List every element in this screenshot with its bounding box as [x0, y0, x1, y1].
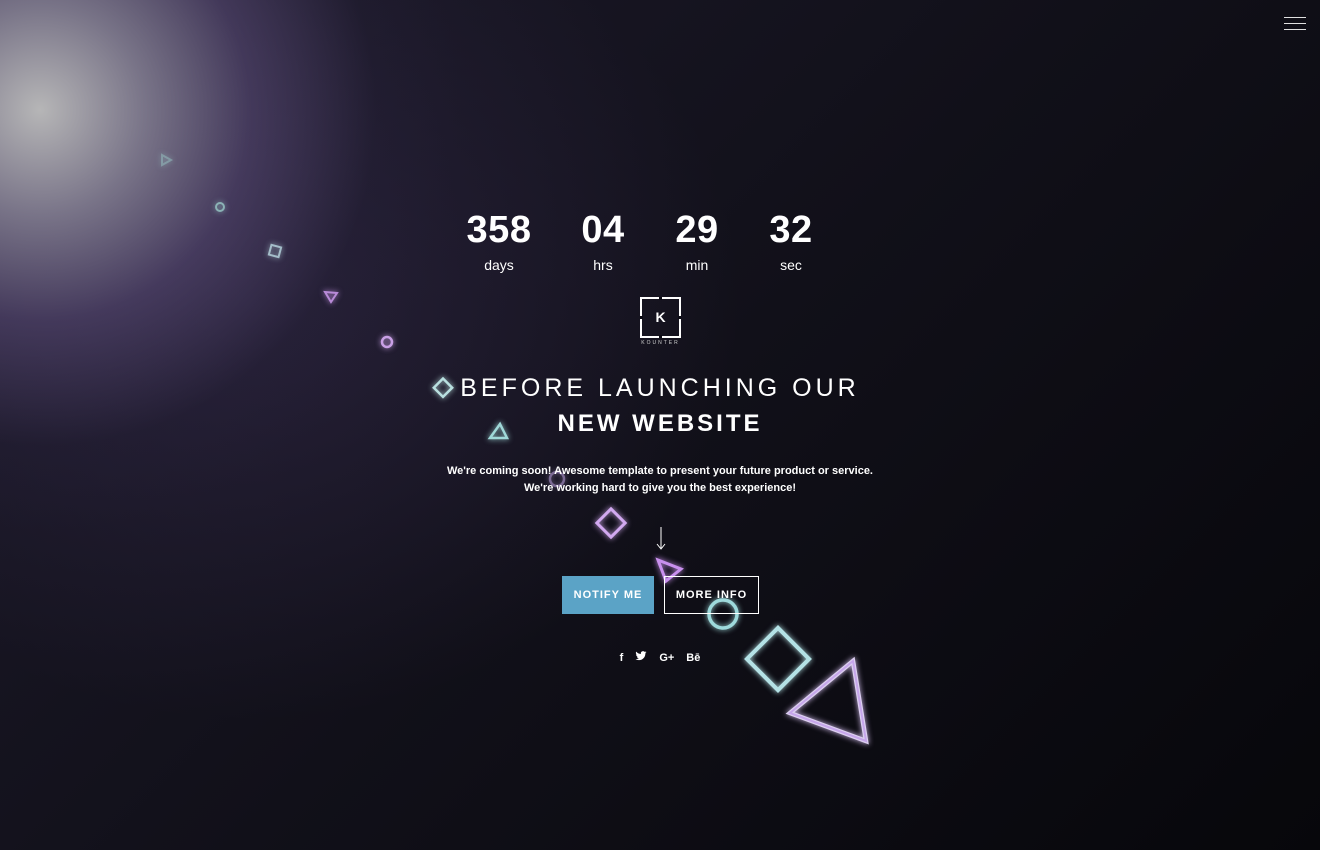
- logo-name: KOUNTER: [641, 340, 680, 346]
- description-line1: We're coming soon! Awesome template to p…: [446, 465, 873, 477]
- countdown-seconds-value: 32: [769, 209, 813, 251]
- countdown-hours-label: hrs: [593, 257, 613, 273]
- countdown-minutes-label: min: [685, 257, 709, 273]
- countdown-minutes-value: 29: [675, 209, 719, 251]
- countdown-seconds-label: sec: [780, 257, 802, 273]
- logo-letter: K: [655, 309, 666, 325]
- headline: BEFORE LAUNCHING OUR NEW WEBSITE: [0, 372, 1320, 441]
- arrow-down-icon[interactable]: [655, 527, 667, 551]
- google-plus-icon[interactable]: G+: [659, 650, 674, 666]
- logo: K KOUNTER: [640, 297, 681, 349]
- countdown-days-value: 358: [466, 209, 532, 251]
- description-line2: We're working hard to give you the best …: [524, 482, 796, 494]
- countdown-days-label: days: [484, 257, 514, 273]
- headline-line1: BEFORE LAUNCHING OUR: [460, 374, 860, 402]
- countdown-hours: 04 hrs: [553, 207, 653, 274]
- more-info-button[interactable]: MORE INFO: [664, 576, 759, 614]
- countdown-seconds: 32 sec: [741, 207, 841, 274]
- countdown-minutes: 29 min: [647, 207, 747, 274]
- countdown-days: 358 days: [449, 207, 549, 274]
- notify-me-button[interactable]: NOTIFY ME: [562, 576, 654, 614]
- twitter-icon[interactable]: [635, 650, 647, 666]
- headline-line2: NEW WEBSITE: [557, 410, 763, 437]
- countdown-timer: 358 days 04 hrs 29 min 32 sec: [0, 207, 1320, 274]
- description: We're coming soon! Awesome template to p…: [0, 463, 1320, 497]
- facebook-icon[interactable]: f: [620, 650, 624, 666]
- menu-button[interactable]: [1284, 16, 1306, 32]
- behance-icon[interactable]: Bē: [686, 650, 700, 666]
- hamburger-menu-icon: [1284, 17, 1306, 18]
- action-buttons: NOTIFY ME MORE INFO: [562, 576, 759, 614]
- social-links: f G+ Bē: [0, 650, 1320, 666]
- countdown-hours-value: 04: [581, 209, 625, 251]
